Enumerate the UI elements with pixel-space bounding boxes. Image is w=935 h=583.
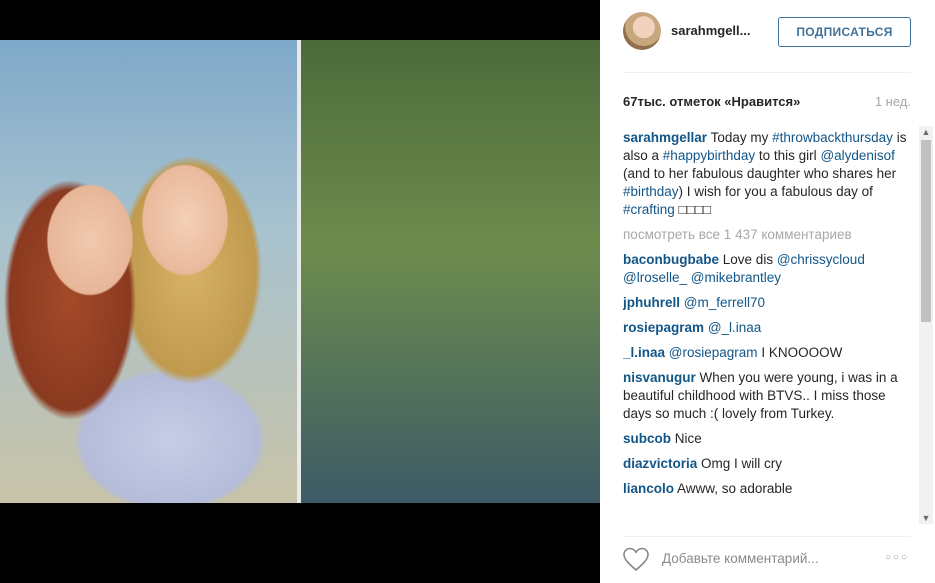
post-photo[interactable] — [0, 40, 600, 503]
comment-text: I KNOOOOW — [761, 345, 843, 360]
heart-icon[interactable] — [622, 546, 650, 572]
caption-text: (and to her fabulous daughter who shares… — [623, 166, 897, 181]
add-comment-input[interactable]: Добавьте комментарий... — [662, 551, 819, 566]
comment: subcob Nice — [623, 430, 913, 448]
caption-text: Today my — [710, 130, 769, 145]
comment-username[interactable]: nisvanugur — [623, 370, 696, 385]
comments-list: sarahmgellar Today my #throwbackthursday… — [623, 129, 913, 527]
caption-username[interactable]: sarahmgellar — [623, 130, 707, 145]
scroll-up-icon[interactable]: ▲ — [921, 127, 931, 137]
comment-text: Awww, so adorable — [677, 481, 793, 496]
hashtag-link[interactable]: #happybirthday — [663, 148, 755, 163]
mention-link[interactable]: @chrissycloud — [777, 252, 865, 267]
more-options-icon[interactable]: ○○○ — [885, 552, 909, 563]
post-sidebar: sarahmgell... ПОДПИСАТЬСЯ 67тыс. отметок… — [600, 0, 935, 583]
comment: rosiepagram @_l.inaa — [623, 319, 913, 337]
likes-count[interactable]: 67тыс. отметок «Нравится» — [623, 94, 800, 109]
comments-scrollbar[interactable]: ▲ ▼ — [919, 126, 933, 524]
mention-link[interactable]: @_l.inaa — [708, 320, 762, 335]
view-all-comments-link[interactable]: посмотреть все 1 437 комментариев — [623, 226, 913, 244]
photo-pane — [0, 0, 600, 583]
photo-left-half — [0, 40, 297, 503]
comment-username[interactable]: baconbugbabe — [623, 252, 719, 267]
comment-username[interactable]: _l.inaa — [623, 345, 665, 360]
post-time[interactable]: 1 нед. — [875, 94, 911, 109]
caption: sarahmgellar Today my #throwbackthursday… — [623, 129, 913, 219]
comment: jphuhrell @m_ferrell70 — [623, 294, 913, 312]
comment: _l.inaa @rosiepagram I KNOOOOW — [623, 344, 913, 362]
hashtag-link[interactable]: #crafting — [623, 202, 675, 217]
mention-link[interactable]: @mikebrantley — [691, 270, 781, 285]
mention-link[interactable]: @rosiepagram — [669, 345, 758, 360]
comment: baconbugbabe Love dis @chrissycloud @lro… — [623, 251, 913, 287]
hashtag-link[interactable]: #birthday — [623, 184, 679, 199]
scrollbar-thumb[interactable] — [921, 140, 931, 322]
comment-username[interactable]: rosiepagram — [623, 320, 704, 335]
mention-link[interactable]: @lroselle_ — [623, 270, 687, 285]
comment-username[interactable]: liancolo — [623, 481, 674, 496]
comment-text: Omg I will cry — [701, 456, 783, 471]
scroll-down-icon[interactable]: ▼ — [921, 513, 931, 523]
comment: nisvanugur When you were young, i was in… — [623, 369, 913, 423]
follow-button[interactable]: ПОДПИСАТЬСЯ — [778, 17, 911, 47]
avatar[interactable] — [623, 12, 661, 50]
hashtag-link[interactable]: #throwbackthursday — [772, 130, 893, 145]
comment: liancolo Awww, so adorable — [623, 480, 913, 498]
divider-top — [623, 72, 911, 73]
comment-text: Love dis — [722, 252, 774, 267]
post-header: sarahmgell... ПОДПИСАТЬСЯ — [623, 12, 911, 52]
divider-bottom — [623, 536, 911, 537]
comment-username[interactable]: jphuhrell — [623, 295, 680, 310]
photo-right-half — [301, 40, 600, 503]
caption-text: ) I wish for you a fabulous day of — [678, 184, 873, 199]
caption-text: to this girl — [758, 148, 817, 163]
comment-username[interactable]: subcob — [623, 431, 671, 446]
comment: diazvictoria Omg I will cry — [623, 455, 913, 473]
comment-username[interactable]: diazvictoria — [623, 456, 697, 471]
mention-link[interactable]: @m_ferrell70 — [684, 295, 765, 310]
username-link[interactable]: sarahmgell... — [671, 23, 750, 38]
emoji-placeholders: □□□□ — [678, 202, 712, 217]
comment-text: Nice — [674, 431, 702, 446]
mention-link[interactable]: @alydenisof — [820, 148, 895, 163]
